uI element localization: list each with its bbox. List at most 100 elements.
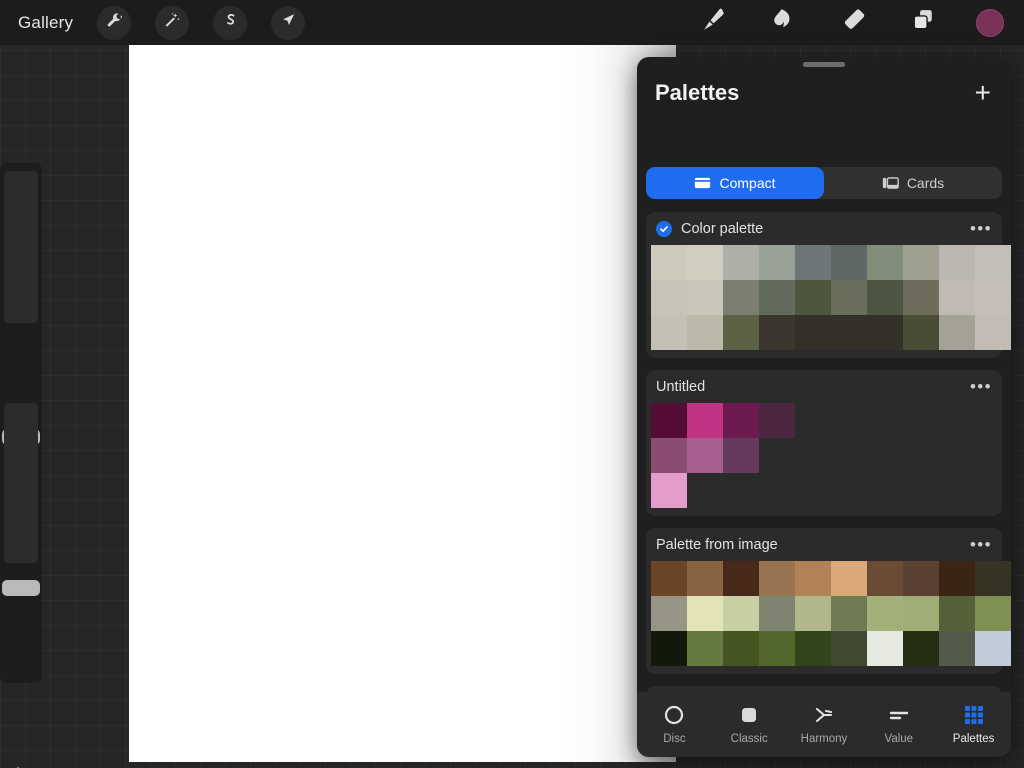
color-swatch[interactable] [687,438,723,473]
color-swatch[interactable] [867,596,903,631]
color-swatch[interactable] [939,315,975,350]
palette-list[interactable]: Color palette ••• Untitled ••• Palette from … [637,212,1011,757]
color-swatch[interactable] [687,403,723,438]
current-color-swatch[interactable] [976,8,1004,37]
color-swatch[interactable] [723,631,759,666]
tab-harmony[interactable]: Harmony [787,704,862,745]
color-swatch[interactable] [831,245,867,280]
color-swatch[interactable] [723,280,759,315]
color-swatch[interactable] [903,596,939,631]
color-swatch[interactable] [795,280,831,315]
color-swatch[interactable] [975,245,1011,280]
color-swatch[interactable] [723,315,759,350]
color-swatch[interactable] [975,631,1011,666]
smudge-button[interactable] [766,6,800,40]
color-swatch[interactable] [939,561,975,596]
palette-menu-button[interactable]: ••• [970,536,992,553]
layers-button[interactable] [906,6,940,40]
actions-button[interactable] [97,5,132,40]
erase-button[interactable] [836,6,870,40]
color-swatch[interactable] [759,631,795,666]
color-swatch[interactable] [903,245,939,280]
color-swatch[interactable] [867,315,903,350]
tab-disc[interactable]: Disc [637,704,712,745]
opacity-knob[interactable] [2,580,40,596]
color-swatch[interactable] [831,631,867,666]
color-swatch[interactable] [939,245,975,280]
color-swatch[interactable] [651,315,687,350]
color-swatch[interactable] [651,245,687,280]
color-swatch[interactable] [651,280,687,315]
color-swatch[interactable] [759,596,795,631]
color-swatch[interactable] [975,561,1011,596]
color-swatch[interactable] [687,315,723,350]
color-swatch[interactable] [795,631,831,666]
color-swatch[interactable] [723,561,759,596]
palette-menu-button[interactable]: ••• [970,378,992,395]
tab-value[interactable]: Value [861,704,936,745]
color-swatch[interactable] [831,315,867,350]
selection-button[interactable] [213,5,248,40]
segment-compact[interactable]: Compact [646,167,824,199]
color-swatch[interactable] [795,245,831,280]
color-swatch[interactable] [795,315,831,350]
color-swatch[interactable] [687,280,723,315]
color-swatch[interactable] [687,561,723,596]
color-swatch[interactable] [759,403,795,438]
color-swatch[interactable] [723,596,759,631]
color-swatch[interactable] [903,561,939,596]
color-swatch[interactable] [687,631,723,666]
segment-cards[interactable]: Cards [824,167,1002,199]
drawing-canvas[interactable] [129,45,610,762]
color-swatch[interactable] [795,561,831,596]
color-swatch[interactable] [867,280,903,315]
color-swatch[interactable] [975,315,1011,350]
color-swatch[interactable] [759,315,795,350]
color-swatch[interactable] [723,245,759,280]
panel-drag-handle[interactable] [803,62,845,67]
color-swatch[interactable] [903,315,939,350]
palette-menu-button[interactable]: ••• [970,220,992,237]
color-swatch[interactable] [651,631,687,666]
color-swatch[interactable] [651,403,687,438]
color-swatch[interactable] [867,631,903,666]
tab-palettes[interactable]: Palettes [936,704,1011,745]
color-swatch[interactable] [795,596,831,631]
color-swatch[interactable] [687,596,723,631]
color-swatch[interactable] [903,631,939,666]
color-swatch[interactable] [723,438,759,473]
paint-button[interactable] [696,6,730,40]
color-swatch[interactable] [975,596,1011,631]
color-swatch[interactable] [759,245,795,280]
checkmark-icon[interactable] [656,220,672,237]
palette-card[interactable]: Color palette ••• [646,212,1011,358]
transform-button[interactable] [271,5,306,40]
adjustments-button[interactable] [155,5,190,40]
color-swatch[interactable] [903,280,939,315]
color-swatch[interactable] [651,438,687,473]
tab-classic[interactable]: Classic [712,704,787,745]
color-swatch[interactable] [939,280,975,315]
brush-size-slider[interactable] [4,171,38,323]
undo-button[interactable] [10,763,32,768]
color-swatch[interactable] [975,280,1011,315]
color-swatch[interactable] [651,561,687,596]
color-swatch[interactable] [831,280,867,315]
color-swatch[interactable] [651,473,687,508]
opacity-slider[interactable] [4,403,38,563]
color-swatch[interactable] [867,561,903,596]
color-swatch[interactable] [723,403,759,438]
color-swatch[interactable] [651,596,687,631]
palette-card[interactable]: Palette from image ••• [646,528,1011,674]
color-swatch[interactable] [687,245,723,280]
color-swatch[interactable] [939,596,975,631]
color-swatch[interactable] [867,245,903,280]
color-swatch[interactable] [831,596,867,631]
color-swatch[interactable] [759,280,795,315]
color-swatch[interactable] [759,561,795,596]
color-swatch[interactable] [939,631,975,666]
color-swatch[interactable] [831,561,867,596]
palette-card[interactable]: Untitled ••• [646,370,1002,516]
add-palette-button[interactable]: + [973,79,993,107]
gallery-button[interactable]: Gallery [18,13,73,33]
